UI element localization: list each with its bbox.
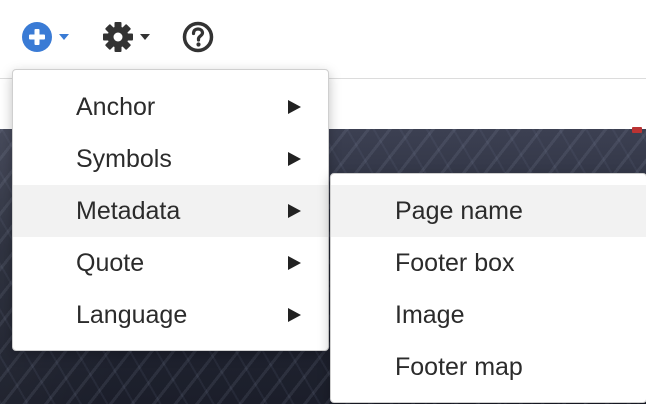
settings-dropdown-button[interactable] [102,17,150,57]
image-marker [632,127,642,133]
insert-menu: Anchor Symbols Metadata Quote Language [12,69,329,351]
menu-item-metadata[interactable]: Metadata [13,185,328,237]
menu-item-label: Quote [76,248,145,277]
menu-item-quote[interactable]: Quote [13,237,328,289]
chevron-down-icon [59,34,69,40]
submenu-item-label: Page name [395,196,523,225]
submenu-arrow-icon [288,204,301,218]
editor-toolbar [0,0,646,79]
submenu-item-label: Footer map [395,352,523,381]
submenu-item-page-name[interactable]: Page name [331,185,646,237]
gear-icon [103,22,133,52]
submenu-arrow-icon [288,152,301,166]
menu-item-anchor[interactable]: Anchor [13,81,328,133]
submenu-item-label: Footer box [395,248,515,277]
menu-item-label: Symbols [76,144,172,173]
submenu-item-label: Image [395,300,465,329]
menu-item-label: Anchor [76,92,156,121]
metadata-submenu: Page name Footer box Image Footer map [330,173,646,403]
menu-item-label: Language [76,300,188,329]
submenu-item-footer-box[interactable]: Footer box [331,237,646,289]
question-circle-icon [182,21,214,53]
submenu-item-footer-map[interactable]: Footer map [331,341,646,393]
submenu-item-image[interactable]: Image [331,289,646,341]
chevron-down-icon [140,34,150,40]
insert-dropdown-button[interactable] [21,17,69,57]
plus-circle-icon [22,22,52,52]
help-button[interactable] [182,17,214,57]
submenu-arrow-icon [288,308,301,322]
menu-item-language[interactable]: Language [13,289,328,341]
submenu-arrow-icon [288,256,301,270]
submenu-arrow-icon [288,100,301,114]
menu-item-label: Metadata [76,196,181,225]
menu-item-symbols[interactable]: Symbols [13,133,328,185]
